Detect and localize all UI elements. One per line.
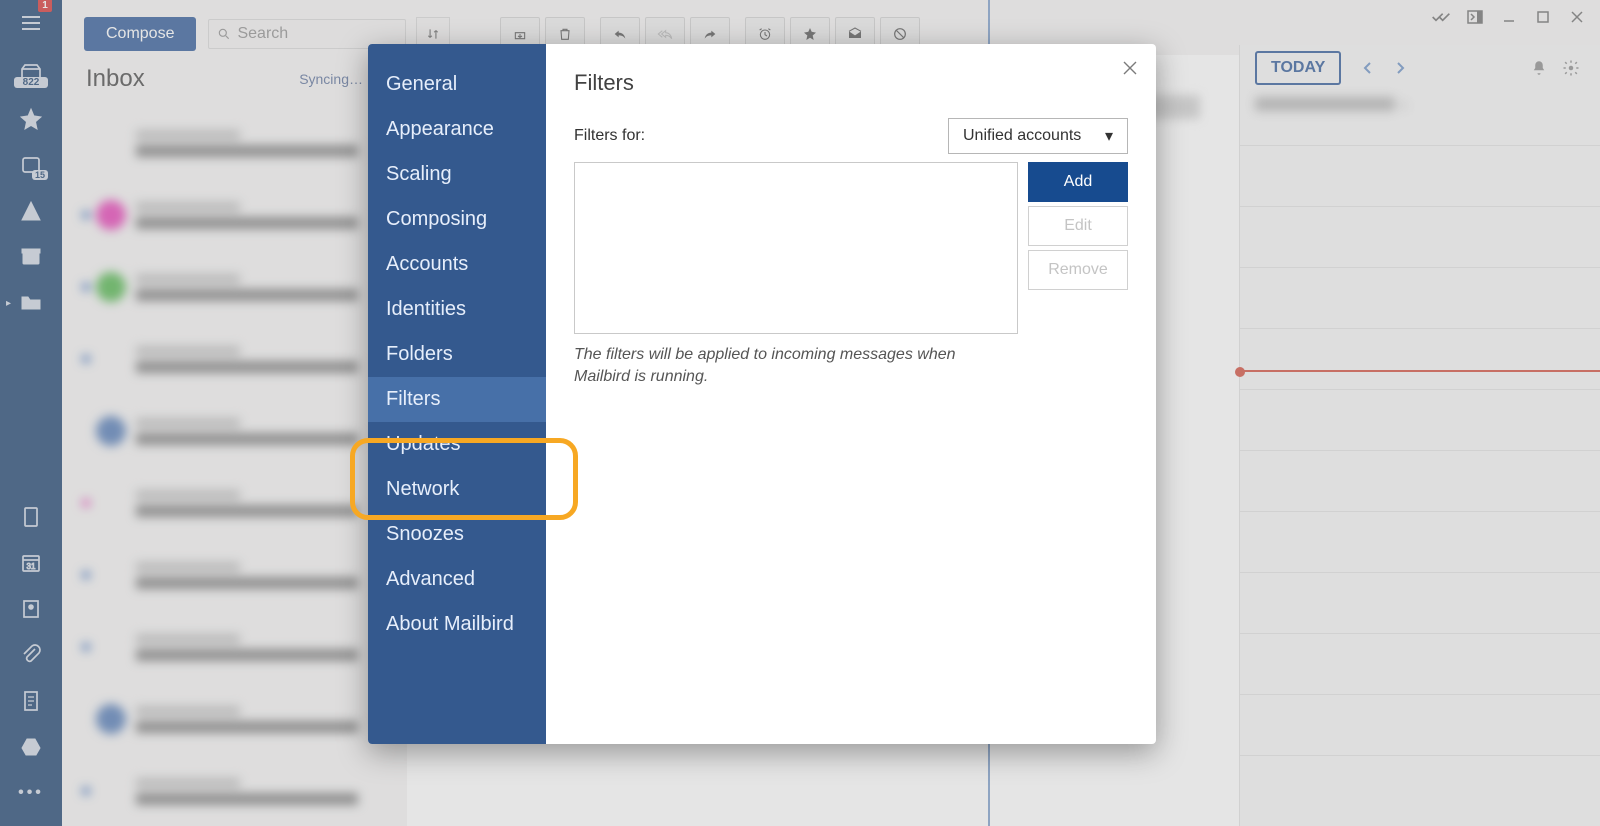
edit-filter-button[interactable]: Edit xyxy=(1028,206,1128,246)
filters-for-label: Filters for: xyxy=(574,127,645,145)
settings-nav-general[interactable]: General xyxy=(368,62,546,107)
settings-nav-about[interactable]: About Mailbird xyxy=(368,602,546,647)
chevron-down-icon: ▾ xyxy=(1105,126,1113,146)
settings-nav-folders[interactable]: Folders xyxy=(368,332,546,377)
filters-heading: Filters xyxy=(574,70,1128,96)
settings-dialog: General Appearance Scaling Composing Acc… xyxy=(368,44,1156,744)
settings-nav-composing[interactable]: Composing xyxy=(368,197,546,242)
settings-nav-filters[interactable]: Filters xyxy=(368,377,546,422)
settings-nav-network[interactable]: Network xyxy=(368,467,546,512)
settings-nav-appearance[interactable]: Appearance xyxy=(368,107,546,152)
settings-nav: General Appearance Scaling Composing Acc… xyxy=(368,44,546,744)
settings-nav-identities[interactable]: Identities xyxy=(368,287,546,332)
settings-nav-scaling[interactable]: Scaling xyxy=(368,152,546,197)
remove-filter-button[interactable]: Remove xyxy=(1028,250,1128,290)
settings-body: Filters Filters for: Unified accounts ▾ … xyxy=(546,44,1156,744)
settings-nav-advanced[interactable]: Advanced xyxy=(368,557,546,602)
settings-nav-accounts[interactable]: Accounts xyxy=(368,242,546,287)
filters-listbox[interactable] xyxy=(574,162,1018,334)
dropdown-value: Unified accounts xyxy=(963,127,1081,145)
close-icon[interactable] xyxy=(1120,58,1140,78)
filters-account-dropdown[interactable]: Unified accounts ▾ xyxy=(948,118,1128,154)
settings-nav-updates[interactable]: Updates xyxy=(368,422,546,467)
filters-note: The filters will be applied to incoming … xyxy=(574,344,1004,387)
add-filter-button[interactable]: Add xyxy=(1028,162,1128,202)
settings-nav-snoozes[interactable]: Snoozes xyxy=(368,512,546,557)
